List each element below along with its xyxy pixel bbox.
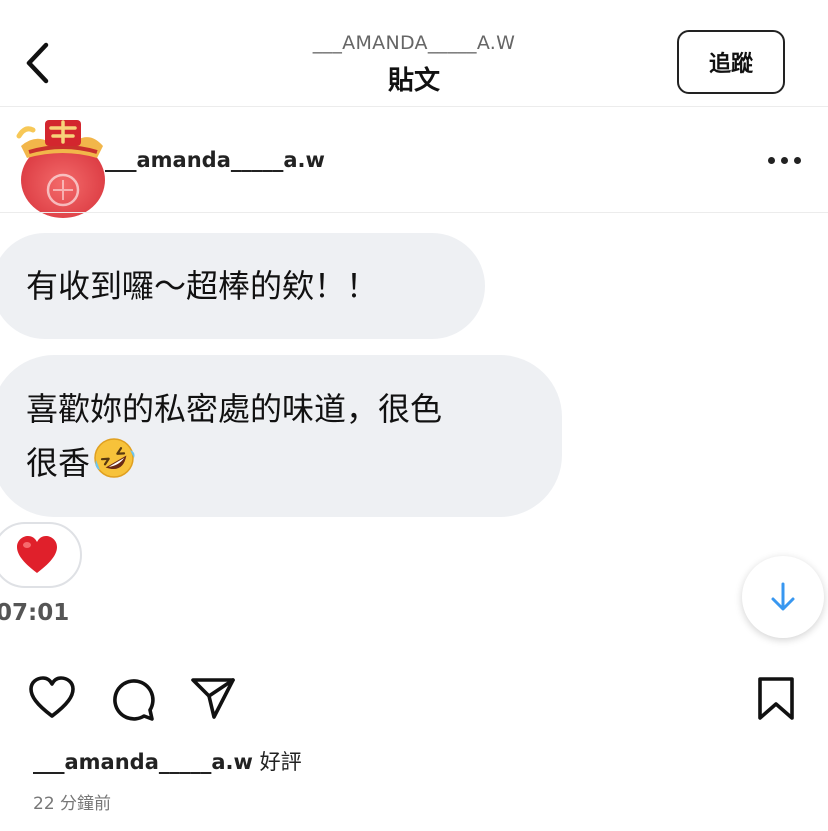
post-author-name[interactable]: ___amanda_____a.w (105, 148, 325, 172)
send-icon (191, 678, 235, 719)
caption: ___amanda_____a.w 好評 (33, 746, 302, 776)
caption-text: 好評 (259, 750, 302, 774)
header-divider (0, 106, 828, 107)
avatar[interactable] (15, 112, 107, 222)
message-timestamp: 07:01 (0, 600, 70, 626)
bookmark-icon (758, 677, 794, 720)
message-text: 很香 (26, 444, 91, 482)
like-button[interactable] (28, 676, 76, 720)
comment-button[interactable] (110, 676, 156, 722)
red-heart-emoji-icon (17, 536, 57, 573)
more-dot-icon (768, 157, 775, 164)
heart-icon (29, 676, 75, 718)
scroll-down-button[interactable] (742, 556, 824, 638)
arrow-down-icon (771, 582, 795, 611)
more-dot-icon (794, 157, 801, 164)
more-dot-icon (781, 157, 788, 164)
more-options-button[interactable] (764, 150, 804, 172)
follow-button[interactable]: 追蹤 (677, 30, 785, 94)
comment-icon (113, 679, 155, 721)
post-time-ago: 22 分鐘前 (33, 794, 112, 814)
heart-reaction[interactable] (0, 522, 82, 588)
message-bubble: 有收到囉～超棒的欸！！ (0, 233, 485, 339)
message-bubble: 喜歡妳的私密處的味道，很色 很香 (0, 355, 562, 517)
message-text: 有收到囉～超棒的欸！！ (26, 267, 379, 305)
save-button[interactable] (756, 676, 796, 722)
rolling-on-floor-laughing-emoji-icon (92, 436, 136, 496)
share-button[interactable] (190, 676, 236, 720)
message-text: 喜歡妳的私密處的味道，很色 (26, 390, 443, 428)
author-divider (0, 212, 828, 213)
caption-username[interactable]: ___amanda_____a.w (33, 750, 253, 774)
